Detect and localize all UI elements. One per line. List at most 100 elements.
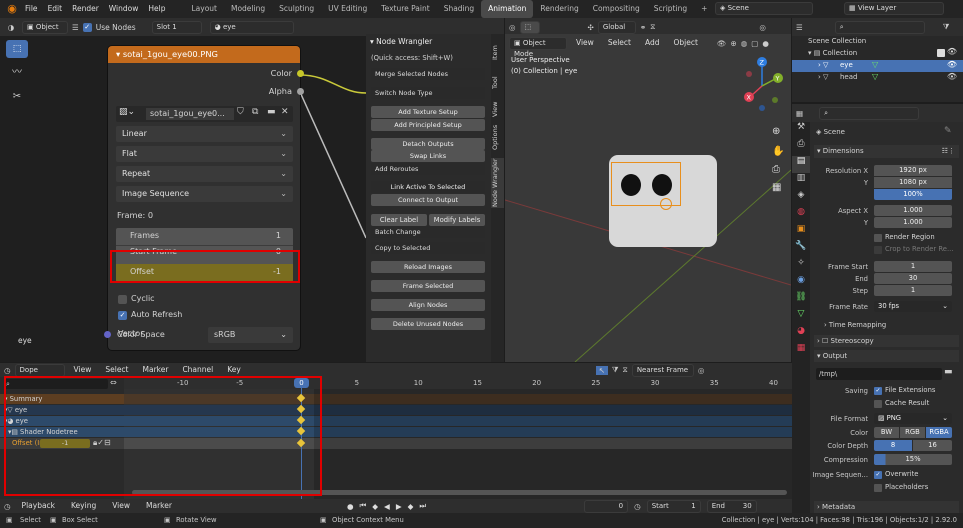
add-reroutes-dropdown[interactable]: Add Reroutes [371, 163, 485, 175]
modify-labels-button[interactable]: Modify Labels [429, 214, 485, 226]
source-dropdown[interactable]: Image Sequence ⌄ [116, 186, 293, 202]
editor-type-icon[interactable]: ◷ [4, 366, 11, 375]
output-panel-header[interactable]: ▾ Output [814, 350, 959, 362]
image-selector[interactable]: ▨⌄ sotai_1gou_eye0... ⛉ ⧉ ▬ ✕ [116, 106, 293, 122]
neg-x-handle[interactable] [746, 71, 752, 77]
frames-value[interactable]: 1 [276, 231, 281, 240]
dope-menu-select[interactable]: Select [100, 363, 133, 377]
step-field[interactable]: 1 [874, 285, 952, 296]
clear-label-button[interactable]: Clear Label [371, 214, 427, 226]
depth-8-button[interactable]: 8 [874, 440, 912, 451]
scene-collection-label[interactable]: Scene Collection [808, 37, 866, 45]
dope-menu-channel[interactable]: Channel [177, 363, 218, 377]
outliner-item-eye[interactable]: › ▽ eye ▽ 👁 [792, 60, 963, 72]
world-tab-icon[interactable]: ◍ [792, 207, 810, 224]
pin-icon[interactable]: ✎ [944, 126, 952, 136]
gizmo-icon[interactable]: ⊕ [730, 39, 736, 48]
pivot-icon[interactable]: ⚭ [640, 23, 646, 32]
add-principled-setup-button[interactable]: Add Principled Setup [371, 119, 485, 131]
tab-sculpting[interactable]: Sculpting [272, 0, 321, 18]
viewport-menu-add[interactable]: Add [640, 36, 665, 50]
eye-visibility-icon[interactable]: 👁 [947, 60, 957, 69]
filter-icon[interactable]: ⧩ [612, 365, 619, 375]
jump-end-icon[interactable]: ⏭ [419, 501, 426, 511]
proportional-icon[interactable]: ◎ [698, 366, 705, 375]
reload-images-button[interactable]: Reload Images [371, 261, 485, 273]
editor-type-icon[interactable]: ▦ [796, 109, 803, 118]
tab-options[interactable]: Options [491, 122, 504, 152]
dope-menu-view[interactable]: View [69, 363, 97, 377]
render-tab-icon[interactable]: ⎙ [792, 139, 810, 156]
tab-item[interactable]: Item [491, 38, 504, 68]
detach-outputs-button[interactable]: Detach Outputs [371, 138, 485, 150]
dope-menu-key[interactable]: Key [222, 363, 246, 377]
merge-selected-dropdown[interactable]: Merge Selected Nodes [371, 68, 485, 80]
menu-window[interactable]: Window [104, 0, 144, 18]
output-path-field[interactable]: /tmp\ [816, 368, 942, 380]
editor-type-icon[interactable]: ◷ [4, 502, 11, 511]
stereoscopy-panel-header[interactable]: › ☐ Stereoscopy [814, 335, 959, 347]
batch-change-dropdown[interactable]: Batch Change [371, 226, 485, 238]
color-bw-button[interactable]: BW [874, 427, 899, 438]
alpha-socket[interactable] [297, 88, 304, 95]
metadata-panel-header[interactable]: › Metadata [814, 501, 959, 513]
view-layer-tab-icon[interactable]: ▥ [792, 173, 810, 190]
tab-shading[interactable]: Shading [437, 0, 481, 18]
tab-rendering[interactable]: Rendering [533, 0, 585, 18]
connect-to-output-button[interactable]: Connect to Output [371, 194, 485, 206]
color-rgba-button[interactable]: RGBA [926, 427, 952, 438]
jump-start-icon[interactable]: ⏮ [360, 501, 367, 511]
tab-texture-paint[interactable]: Texture Paint [374, 0, 436, 18]
cache-result-checkbox[interactable] [874, 400, 882, 408]
dope-menu-marker[interactable]: Marker [138, 363, 174, 377]
blender-logo-icon[interactable]: ◉ [4, 2, 20, 16]
color-socket[interactable] [297, 70, 304, 77]
shading-solid-icon[interactable]: ● [762, 39, 769, 48]
editor-type-icon[interactable]: ☰ [796, 23, 803, 32]
clock-icon[interactable]: ◷ [634, 502, 641, 511]
end-frame-field[interactable]: End 30 [706, 499, 757, 513]
compression-slider[interactable]: 15% [874, 454, 952, 465]
select-mode-icon[interactable]: ⬚ [519, 20, 540, 34]
fake-user-icon[interactable]: ⛉ [237, 107, 244, 117]
tool-tab-icon[interactable]: ⚒ [792, 122, 810, 139]
viewport-menu-select[interactable]: Select [603, 36, 636, 50]
playback-menu[interactable]: Playback [17, 499, 60, 513]
open-folder-icon[interactable]: ▬ [267, 107, 276, 117]
scene-selector[interactable]: ◈ Scene [715, 2, 813, 15]
view-layer-selector[interactable]: ▦ View Layer [844, 2, 944, 15]
eye-visibility-icon[interactable]: 👁 [947, 72, 957, 81]
tab-scripting[interactable]: Scripting [647, 0, 694, 18]
neg-z-handle[interactable] [759, 105, 765, 111]
data-tab-icon[interactable]: ▽ [792, 309, 810, 326]
next-keyframe-icon[interactable]: ◆ [408, 502, 414, 511]
modifier-tab-icon[interactable]: 🔧 [792, 241, 810, 258]
depth-16-button[interactable]: 16 [913, 440, 952, 451]
orientation-dropdown[interactable]: Global [597, 20, 636, 34]
res-percentage-field[interactable]: 100% [874, 189, 952, 200]
overlay-icon[interactable]: ◍ [741, 39, 748, 48]
link-active-to-selected-button[interactable]: Link Active To Selected [371, 181, 485, 193]
view-menu[interactable]: View [107, 499, 135, 513]
play-reverse-icon[interactable]: ◀ [384, 502, 390, 511]
constraints-tab-icon[interactable]: ⛓ [792, 292, 810, 309]
time-remapping-toggle[interactable]: › Time Remapping [824, 321, 886, 329]
eye-visibility-icon[interactable]: 👁 [947, 47, 957, 56]
file-extensions-checkbox[interactable]: ✓ [874, 387, 882, 395]
viewport-menu-view[interactable]: View [571, 36, 599, 50]
frame-rate-dropdown[interactable]: 30 fps ⌄ [874, 301, 952, 312]
collection-item[interactable]: ▾ ▤ Collection [808, 49, 857, 57]
presets-icon[interactable]: ☷⋮ [942, 145, 955, 158]
play-icon[interactable]: ▶ [396, 502, 402, 511]
crop-checkbox[interactable] [874, 246, 882, 254]
aspect-y-field[interactable]: 1.000 [874, 217, 952, 228]
prev-keyframe-icon[interactable]: ◆ [372, 502, 378, 511]
frame-start-field[interactable]: 1 [874, 261, 952, 272]
copy-to-selected-dropdown[interactable]: Copy to Selected [371, 242, 485, 254]
output-tab-icon[interactable]: ▤ [792, 156, 810, 173]
menu-render[interactable]: Render [67, 0, 104, 18]
delete-unused-nodes-button[interactable]: Delete Unused Nodes [371, 318, 485, 330]
3d-viewport[interactable]: ◎ ⬚ ✣ Global ⚭ ⧖ ◎ ▣ Object Mode View Se… [505, 18, 791, 362]
neg-y-handle[interactable] [772, 97, 778, 103]
keying-menu[interactable]: Keying [66, 499, 101, 513]
